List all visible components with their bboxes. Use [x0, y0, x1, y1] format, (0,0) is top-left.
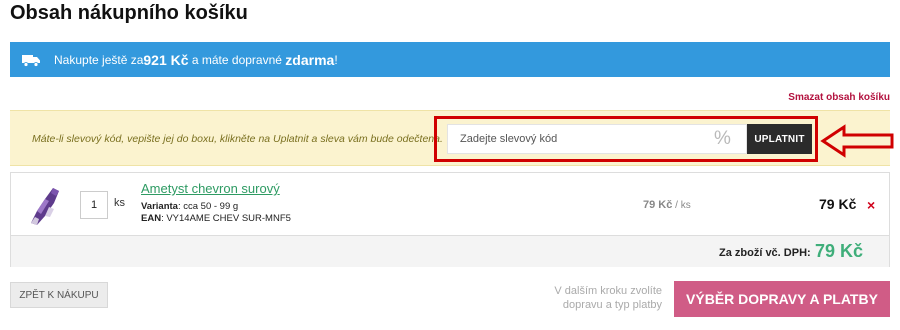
clear-cart-link[interactable]: Smazat obsah košíku	[788, 92, 890, 103]
item-total-price: 79 Kč	[819, 196, 857, 212]
ean-label: EAN	[141, 213, 162, 224]
truck-icon	[22, 54, 40, 67]
banner-text-middle: a máte dopravné	[188, 52, 286, 67]
banner-text-after: !	[334, 52, 338, 67]
unit-price-value: 79 Kč	[643, 199, 673, 211]
variant-label: Varianta	[141, 201, 178, 212]
quantity-input[interactable]	[80, 191, 108, 219]
ean-value: : VY14AME CHEV SUR-MNF5	[161, 213, 291, 224]
percent-icon: %	[714, 128, 731, 149]
remove-item-icon[interactable]: ×	[867, 197, 875, 213]
product-name-link[interactable]: Ametyst chevron surový	[141, 181, 280, 196]
page-title: Obsah nákupního košíku	[10, 2, 248, 24]
quantity-unit: ks	[114, 197, 125, 209]
unit-price: 79 Kč / ks	[643, 199, 691, 211]
cart-total-row: Za zboží vč. DPH: 79 Kč	[11, 235, 889, 267]
coupon-hint: Máte-li slevový kód, vepište jej do boxu…	[32, 133, 443, 145]
total-label: Za zboží vč. DPH:	[719, 247, 811, 259]
coupon-code-input[interactable]	[447, 124, 747, 154]
coupon-box: Máte-li slevový kód, vepište jej do boxu…	[10, 110, 890, 166]
cart-item-row: ks Ametyst chevron surový Varianta: cca …	[11, 173, 889, 235]
apply-coupon-button[interactable]: UPLATNIT	[747, 124, 812, 154]
back-to-shop-button[interactable]: ZPĚT K NÁKUPU	[10, 282, 108, 308]
annotation-arrow-icon	[820, 124, 894, 158]
product-variant: Varianta: cca 50 - 99 g	[141, 201, 238, 212]
product-thumbnail[interactable]	[23, 183, 63, 227]
product-ean: EAN: VY14AME CHEV SUR-MNF5	[141, 213, 291, 224]
next-step-hint: V dalším kroku zvolíte dopravu a typ pla…	[554, 285, 662, 311]
banner-free-word: zdarma	[285, 51, 335, 68]
banner-amount: 921 Kč	[143, 51, 189, 68]
total-value: 79 Kč	[815, 241, 864, 261]
cart-table: ks Ametyst chevron surový Varianta: cca …	[10, 172, 890, 267]
variant-value: : cca 50 - 99 g	[177, 201, 239, 212]
free-shipping-banner: Nakupte ještě za 921 Kč a máte dopravné …	[10, 42, 890, 77]
unit-price-suffix: / ks	[672, 200, 691, 211]
shipping-payment-button[interactable]: VÝBĚR DOPRAVY A PLATBY	[674, 281, 890, 317]
banner-text-before: Nakupte ještě za	[54, 52, 144, 67]
